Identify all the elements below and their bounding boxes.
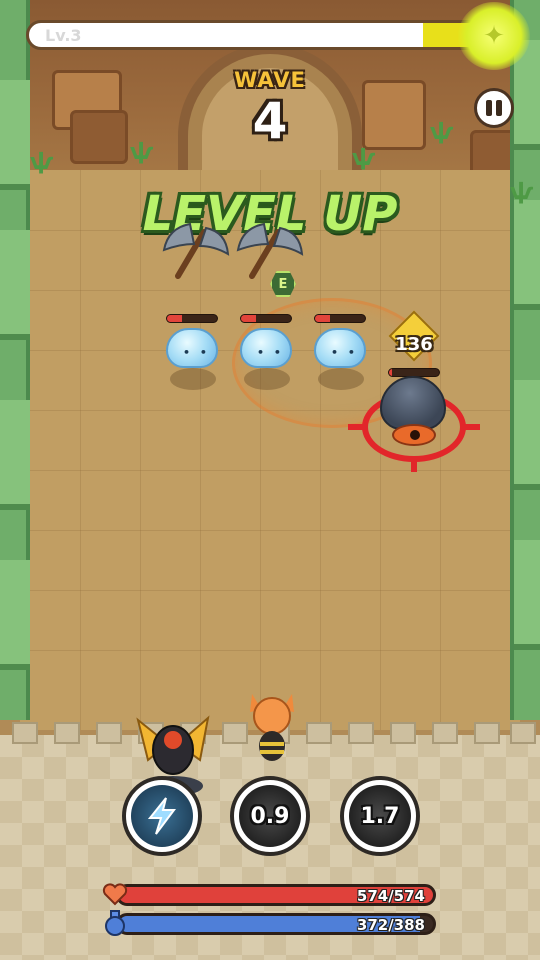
slime-hp-fill	[241, 315, 256, 322]
skill-cooldown: 1.7	[360, 803, 400, 829]
potion-icon	[102, 910, 128, 936]
level-orb-icon: ✦	[458, 2, 530, 70]
level-label: Lv.3	[45, 26, 82, 45]
slime-hp-bar	[314, 314, 366, 323]
slime-hp-bar	[166, 314, 218, 323]
lightning-icon	[147, 797, 176, 835]
wave-number: 4	[252, 92, 288, 150]
hp-value: 574/574	[356, 887, 425, 905]
slime-hp-fill	[315, 315, 330, 322]
mp-value: 372/388	[356, 916, 425, 934]
game-scene: ѱ ѱ ѱ ѱ ѱ Lv.3 ✦ WAVE 4 LEVEL UP E • • •…	[0, 0, 540, 960]
slime-enemy: • •	[314, 328, 366, 368]
skill-cooldown: 0.9	[250, 803, 290, 829]
slime-hp-bar	[240, 314, 292, 323]
damage-popup: 136	[395, 334, 433, 355]
skill-button-3[interactable]: 1.7	[340, 776, 420, 856]
grass-tuft: ѱ	[30, 150, 54, 175]
skill-icon: 1.7	[349, 785, 411, 847]
hp-bar: 574/574	[116, 884, 436, 906]
pause-icon	[486, 100, 492, 116]
slime-enemy: • •	[240, 328, 292, 368]
heart-icon	[102, 881, 128, 907]
skill-icon: 0.9	[239, 785, 301, 847]
boss-hp-fill	[389, 369, 392, 376]
axe-projectile	[236, 222, 304, 279]
mp-bar: 372/388	[116, 913, 436, 935]
slime-hp-fill	[167, 315, 182, 322]
pause-button[interactable]	[474, 88, 514, 128]
xp-bar: Lv.3	[26, 20, 496, 50]
skill-button-lightning[interactable]	[122, 776, 202, 856]
fox-hero	[250, 694, 294, 761]
axe-projectile	[162, 222, 230, 279]
skill-button-2[interactable]: 0.9	[230, 776, 310, 856]
wave-label: WAVE	[234, 68, 306, 92]
slime-enemy: • •	[166, 328, 218, 368]
